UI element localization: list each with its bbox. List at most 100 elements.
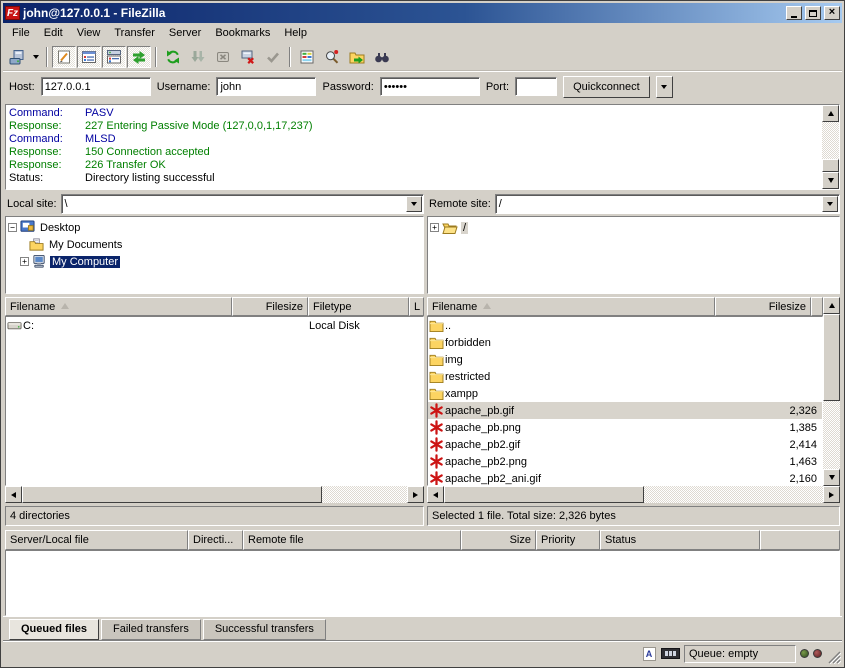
quickconnect-button[interactable]: Quickconnect — [563, 76, 650, 98]
scroll-down-button[interactable] — [822, 172, 839, 189]
queue-header-direction[interactable]: Directi... — [188, 530, 243, 550]
toggle-message-log-button[interactable] — [52, 46, 76, 68]
scroll-right-button[interactable] — [407, 486, 424, 503]
quickconnect-dropdown[interactable] — [656, 76, 673, 98]
toggle-remote-tree-button[interactable] — [102, 46, 126, 68]
remote-file-list[interactable]: .. forbidden img restricted xampp apache… — [427, 316, 823, 486]
tree-item-desktop[interactable]: − Desktop — [8, 219, 423, 236]
local-site-combo[interactable]: \ — [61, 194, 424, 214]
local-horizontal-scrollbar[interactable] — [5, 486, 424, 503]
remote-row[interactable]: apache_pb2_ani.gif2,160 — [428, 470, 822, 486]
site-manager-button[interactable] — [5, 46, 29, 68]
remote-hscroll-thumb[interactable] — [444, 486, 644, 503]
local-header-filesize[interactable]: Filesize — [232, 297, 308, 316]
scroll-up-button[interactable] — [822, 105, 839, 122]
message-log-body[interactable]: Command:PASV Response:227 Entering Passi… — [6, 105, 822, 189]
local-hscroll-thumb[interactable] — [22, 486, 322, 503]
expand-icon[interactable]: + — [20, 257, 29, 266]
menu-edit[interactable]: Edit — [37, 25, 70, 41]
tree-item-my-documents[interactable]: My Documents — [8, 236, 423, 253]
remote-row[interactable]: .. — [428, 317, 822, 334]
resize-grip[interactable] — [826, 649, 841, 664]
local-header-filetype[interactable]: Filetype — [308, 297, 409, 316]
local-header-lastmodified[interactable]: L — [409, 297, 424, 316]
log-scroll-track[interactable] — [822, 122, 839, 172]
local-row-c-drive[interactable]: C: Local Disk — [6, 317, 423, 334]
host-label: Host: — [9, 81, 35, 93]
tree-item-my-computer[interactable]: + My Computer — [8, 253, 423, 270]
remote-horizontal-scrollbar[interactable] — [427, 486, 840, 503]
local-file-list[interactable]: C: Local Disk — [5, 316, 424, 486]
menu-file[interactable]: File — [5, 25, 37, 41]
cancel-operation-button[interactable] — [211, 46, 235, 68]
local-site-dropdown[interactable] — [406, 196, 422, 212]
menu-bookmarks[interactable]: Bookmarks — [208, 25, 277, 41]
menu-help[interactable]: Help — [277, 25, 314, 41]
queue-header-size[interactable]: Size — [461, 530, 536, 550]
process-queue-button[interactable] — [186, 46, 210, 68]
maximize-button[interactable] — [805, 6, 821, 20]
collapse-icon[interactable]: − — [8, 223, 17, 232]
password-input[interactable] — [384, 81, 476, 93]
remote-hscroll-track[interactable] — [444, 486, 823, 503]
ascii-transfer-type-icon[interactable]: A — [641, 646, 657, 661]
remote-row[interactable]: restricted — [428, 368, 822, 385]
remote-row[interactable]: apache_pb2.gif2,414 — [428, 436, 822, 453]
remote-row[interactable]: img — [428, 351, 822, 368]
refresh-button[interactable] — [161, 46, 185, 68]
remote-site-dropdown[interactable] — [822, 196, 838, 212]
queue-header-remote-file[interactable]: Remote file — [243, 530, 461, 550]
remote-row-selected[interactable]: apache_pb.gif2,326 — [428, 402, 822, 419]
menu-transfer[interactable]: Transfer — [107, 25, 162, 41]
synchronized-browsing-button[interactable] — [345, 46, 369, 68]
queue-body[interactable] — [5, 550, 840, 616]
tab-failed-transfers[interactable]: Failed transfers — [101, 619, 201, 640]
local-header-filename[interactable]: Filename — [5, 297, 232, 316]
queue-header-status[interactable]: Status — [600, 530, 760, 550]
close-button[interactable]: × — [824, 6, 840, 20]
tree-item-root[interactable]: + / — [430, 219, 839, 236]
site-manager-icon — [9, 49, 25, 65]
username-input[interactable] — [220, 81, 312, 93]
log-scrollbar[interactable] — [822, 105, 839, 189]
tab-queued-files[interactable]: Queued files — [9, 619, 99, 640]
speed-indicator-icon[interactable] — [661, 648, 680, 659]
remote-row[interactable]: xampp — [428, 385, 822, 402]
expand-icon[interactable]: + — [430, 223, 439, 232]
arrow-left-icon — [11, 492, 16, 498]
tab-successful-transfers[interactable]: Successful transfers — [203, 619, 326, 640]
remote-row[interactable]: forbidden — [428, 334, 822, 351]
queue-header-server-local-file[interactable]: Server/Local file — [5, 530, 188, 550]
log-scroll-thumb[interactable] — [822, 159, 839, 172]
title-bar[interactable]: Fz john@127.0.0.1 - FileZilla × — [3, 3, 842, 23]
scroll-down-button[interactable] — [823, 469, 840, 486]
menu-server[interactable]: Server — [162, 25, 208, 41]
remote-vscroll-track[interactable] — [823, 314, 840, 469]
remote-row[interactable]: apache_pb.png1,385 — [428, 419, 822, 436]
toggle-local-tree-button[interactable] — [77, 46, 101, 68]
scroll-right-button[interactable] — [823, 486, 840, 503]
remote-vscroll-thumb[interactable] — [823, 314, 840, 401]
reconnect-button[interactable] — [261, 46, 285, 68]
scroll-up-button[interactable] — [823, 297, 840, 314]
queue-header-priority[interactable]: Priority — [536, 530, 600, 550]
log-line: Command:PASV — [9, 107, 822, 120]
scroll-left-button[interactable] — [5, 486, 22, 503]
host-input[interactable] — [45, 81, 147, 93]
remote-row[interactable]: apache_pb2.png1,463 — [428, 453, 822, 470]
scroll-left-button[interactable] — [427, 486, 444, 503]
port-input[interactable] — [519, 81, 553, 93]
directory-filters-button[interactable] — [295, 46, 319, 68]
find-files-button[interactable] — [370, 46, 394, 68]
remote-header-filename[interactable]: Filename — [427, 297, 715, 316]
toggle-transfer-queue-button[interactable] — [127, 46, 151, 68]
remote-header-filesize[interactable]: Filesize — [715, 297, 811, 316]
remote-site-combo[interactable]: / — [495, 194, 840, 214]
minimize-button[interactable] — [786, 6, 802, 20]
site-manager-dropdown[interactable] — [30, 46, 42, 68]
local-hscroll-track[interactable] — [22, 486, 407, 503]
disconnect-button[interactable] — [236, 46, 260, 68]
remote-vertical-scrollbar[interactable] — [823, 297, 840, 486]
directory-comparison-button[interactable] — [320, 46, 344, 68]
menu-view[interactable]: View — [70, 25, 108, 41]
